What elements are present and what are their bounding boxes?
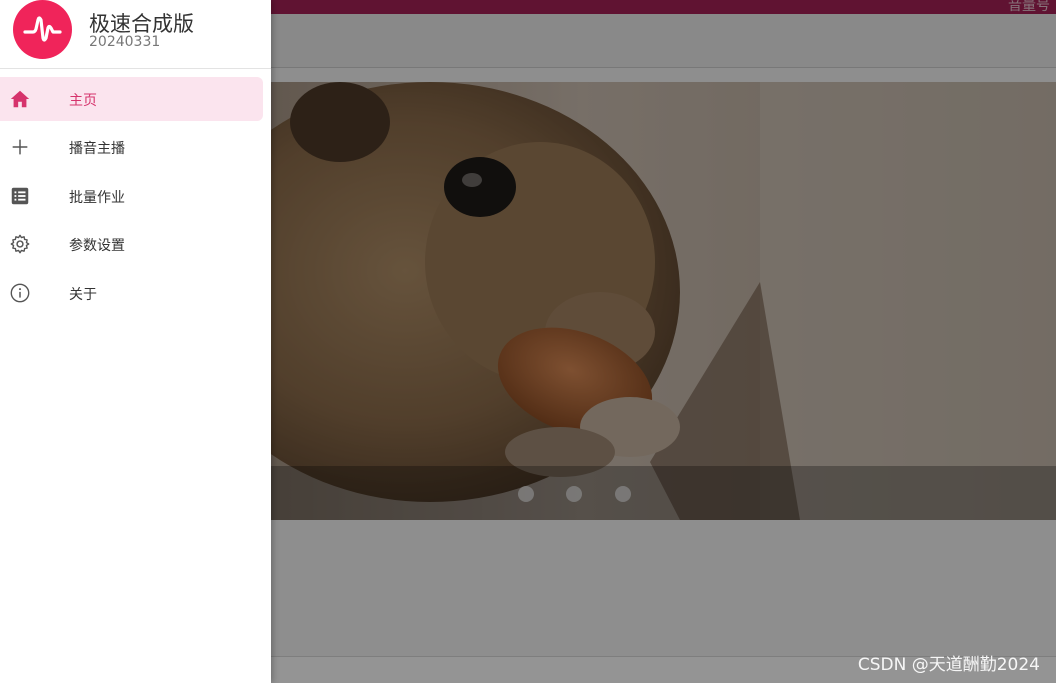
nav-item-settings[interactable]: 参数设置 (0, 222, 263, 266)
home-icon (10, 90, 30, 108)
drawer-header: 极速合成版 20240331 (0, 0, 271, 69)
watermark: CSDN @天道酬勤2024 (857, 655, 1040, 675)
nav-item-batch-jobs[interactable]: 批量作业 (0, 174, 263, 218)
nav-item-home[interactable]: 主页 (0, 77, 263, 121)
nav-item-broadcaster[interactable]: 播音主播 (0, 125, 263, 169)
app-version: 20240331 (89, 34, 161, 50)
nav-label: 批量作业 (69, 190, 125, 206)
nav-item-about[interactable]: 关于 (0, 271, 263, 315)
navigation-drawer: 极速合成版 20240331 主页 播音主播 批量作业 参数设置 关于 (0, 0, 271, 683)
list-icon (11, 187, 29, 205)
app-logo (13, 0, 72, 59)
waveform-icon (23, 16, 62, 42)
nav-label: 关于 (69, 287, 97, 303)
nav-label: 主页 (69, 93, 97, 109)
nav-label: 播音主播 (69, 141, 125, 157)
gear-icon (10, 234, 30, 254)
nav-label: 参数设置 (69, 238, 125, 254)
info-icon (10, 283, 30, 303)
plus-icon (12, 139, 28, 155)
